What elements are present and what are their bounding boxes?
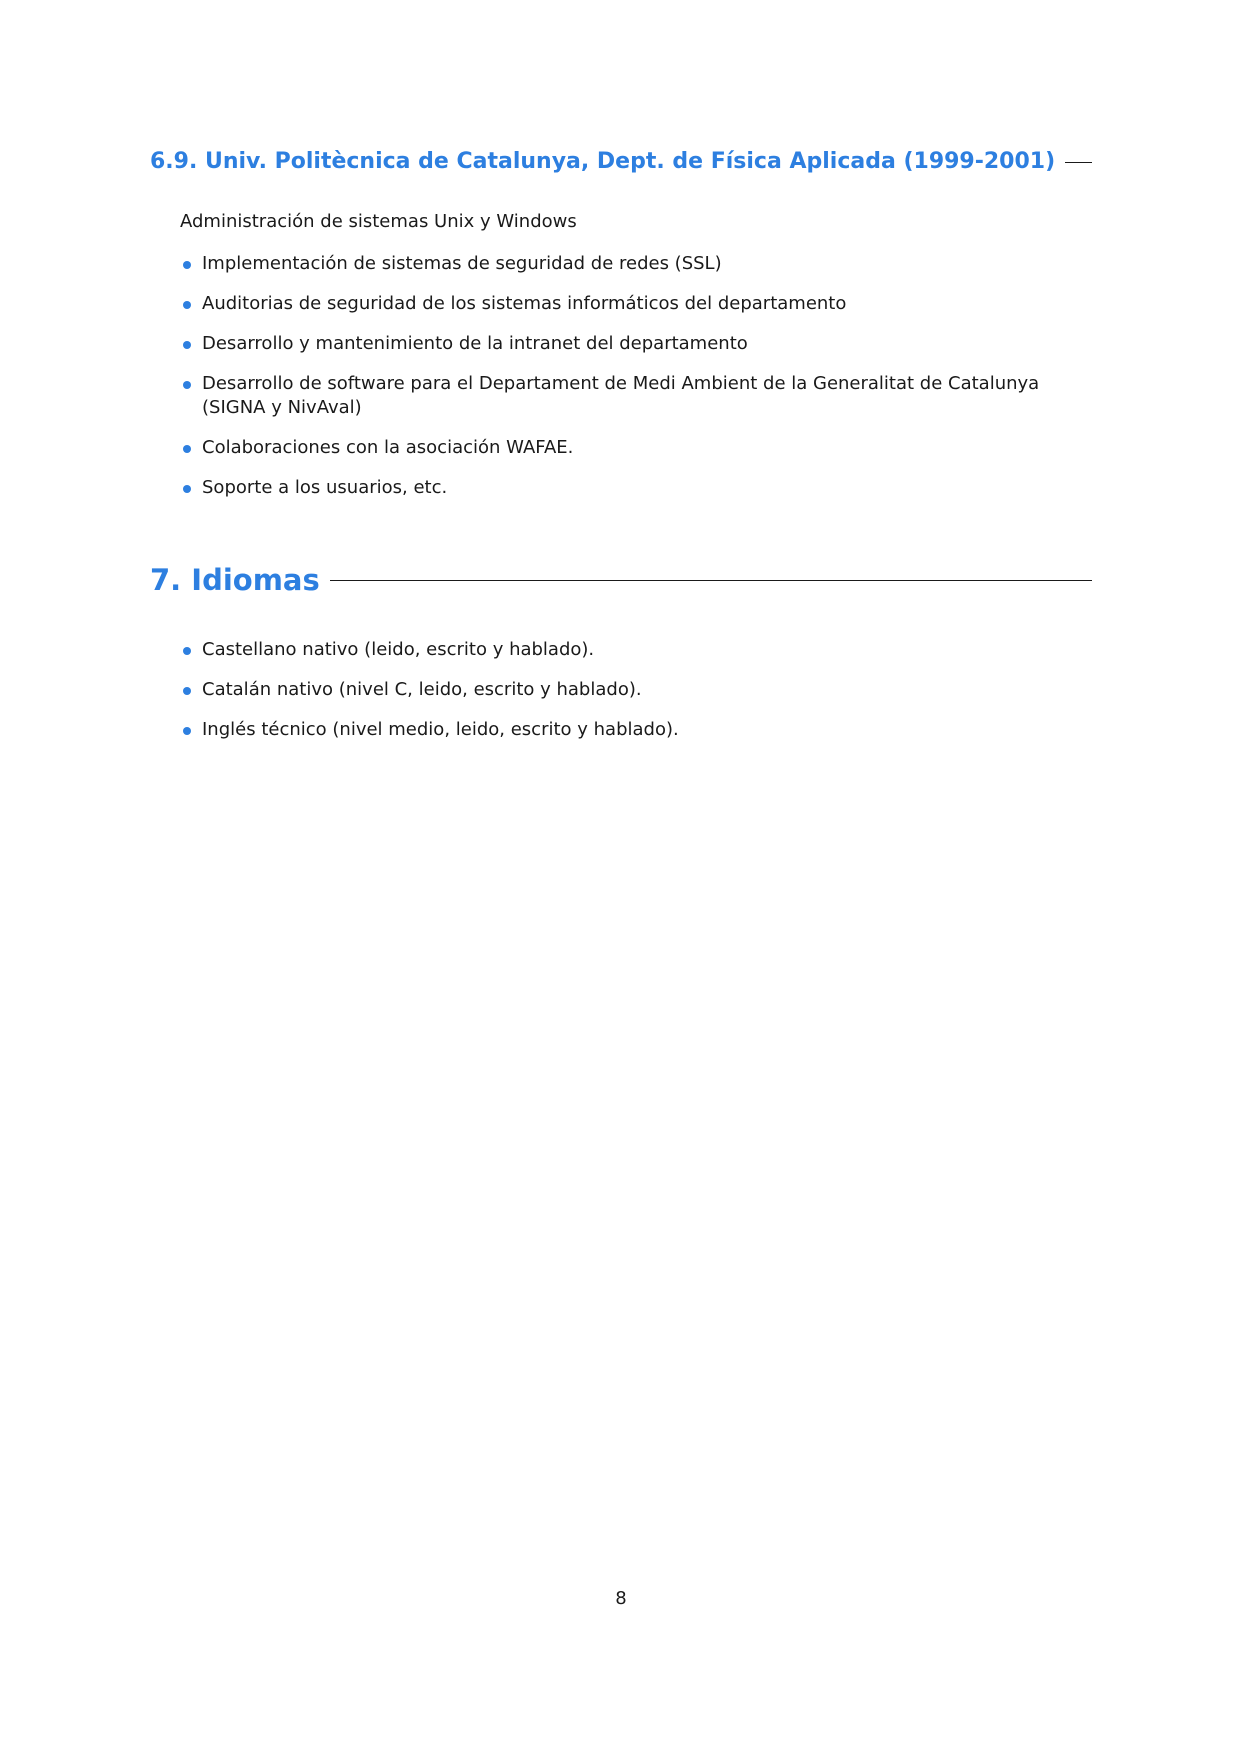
work-task-list: Implementación de sistemas de seguridad … <box>180 252 1092 516</box>
bullet-dot-icon <box>183 341 191 349</box>
list-item-text: Desarrollo de software para el Departame… <box>202 373 1040 418</box>
bullet-dot-icon <box>183 381 191 389</box>
list-item: Desarrollo y mantenimiento de la intrane… <box>180 332 1092 356</box>
list-item-text: Castellano nativo (leido, escrito y habl… <box>202 639 595 660</box>
list-item-text: Soporte a los usuarios, etc. <box>202 477 448 498</box>
list-item-text: Implementación de sistemas de seguridad … <box>202 253 722 274</box>
section-intro: Administración de sistemas Unix y Window… <box>180 211 577 232</box>
bullet-dot-icon <box>183 647 191 655</box>
bullet-dot-icon <box>183 687 191 695</box>
list-item: Soporte a los usuarios, etc. <box>180 476 1092 500</box>
list-item: Implementación de sistemas de seguridad … <box>180 252 1092 276</box>
bullet-dot-icon <box>183 261 191 269</box>
bullet-dot-icon <box>183 445 191 453</box>
list-item: Castellano nativo (leido, escrito y habl… <box>180 638 1092 662</box>
heading-rule <box>1065 161 1092 163</box>
page-number: 8 <box>615 1588 627 1609</box>
list-item: Catalán nativo (nivel C, leido, escrito … <box>180 678 1092 702</box>
bullet-dot-icon <box>183 301 191 309</box>
document-page: 6.9. Univ. Politècnica de Catalunya, Dep… <box>150 0 1092 1754</box>
list-item: Inglés técnico (nivel medio, leido, escr… <box>180 718 1092 742</box>
list-item-text: Colaboraciones con la asociación WAFAE. <box>202 437 574 458</box>
bullet-dot-icon <box>183 485 191 493</box>
section-heading-6-9: 6.9. Univ. Politècnica de Catalunya, Dep… <box>150 147 1092 177</box>
list-item: Desarrollo de software para el Departame… <box>180 372 1092 420</box>
list-item: Colaboraciones con la asociación WAFAE. <box>180 436 1092 460</box>
list-item-text: Catalán nativo (nivel C, leido, escrito … <box>202 679 642 700</box>
list-item-text: Auditorias de seguridad de los sistemas … <box>202 293 847 314</box>
section-title: 6.9. Univ. Politècnica de Catalunya, Dep… <box>150 149 1056 174</box>
list-item-text: Desarrollo y mantenimiento de la intrane… <box>202 333 748 354</box>
section-title: 7. Idiomas <box>150 563 320 597</box>
list-item-text: Inglés técnico (nivel medio, leido, escr… <box>202 719 679 740</box>
bullet-dot-icon <box>183 727 191 735</box>
heading-rule <box>329 579 1092 581</box>
section-heading-7: 7. Idiomas <box>150 560 1092 600</box>
list-item: Auditorias de seguridad de los sistemas … <box>180 292 1092 316</box>
language-list: Castellano nativo (leido, escrito y habl… <box>180 638 1092 758</box>
